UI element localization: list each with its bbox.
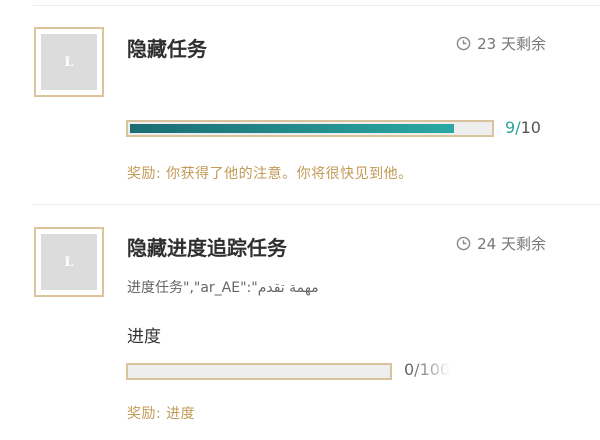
progress-total: 10	[520, 118, 541, 137]
time-remaining: 24 天剩余	[456, 233, 546, 254]
progress-bar-fill	[130, 124, 454, 133]
time-remaining-text: 24 天剩余	[477, 235, 546, 253]
progress-bar	[126, 120, 494, 137]
quest-thumbnail: L	[34, 227, 104, 297]
progress-current: 9	[505, 118, 516, 137]
quest-card[interactable]: L 隐藏进度追踪任务 24 天剩余 进度任务","ar_AE":"مهمة تق…	[0, 205, 600, 440]
quest-title: 隐藏任务	[127, 37, 207, 61]
progress-bar	[126, 363, 392, 380]
quest-card[interactable]: L 隐藏任务 23 天剩余 9/10 奖励: 你获得了他的注意。你将很快见到他。	[0, 0, 600, 205]
progress-count: 0/100	[404, 360, 451, 379]
quest-title: 隐藏进度追踪任务	[127, 236, 287, 260]
quest-description: 进度任务","ar_AE":"مهمة تقدم	[127, 280, 319, 296]
progress-count: 9/10	[505, 118, 541, 137]
clock-icon	[456, 36, 471, 51]
time-remaining: 23 天剩余	[456, 33, 546, 54]
thumbnail-letter: L	[41, 234, 97, 290]
progress-label: 进度	[127, 327, 161, 347]
thumbnail-letter: L	[41, 34, 97, 90]
time-remaining-text: 23 天剩余	[477, 35, 546, 53]
quest-thumbnail: L	[34, 27, 104, 97]
reward-text: 奖励: 进度	[127, 406, 196, 422]
reward-text: 奖励: 你获得了他的注意。你将很快见到他。	[127, 166, 413, 182]
clock-icon	[456, 236, 471, 251]
